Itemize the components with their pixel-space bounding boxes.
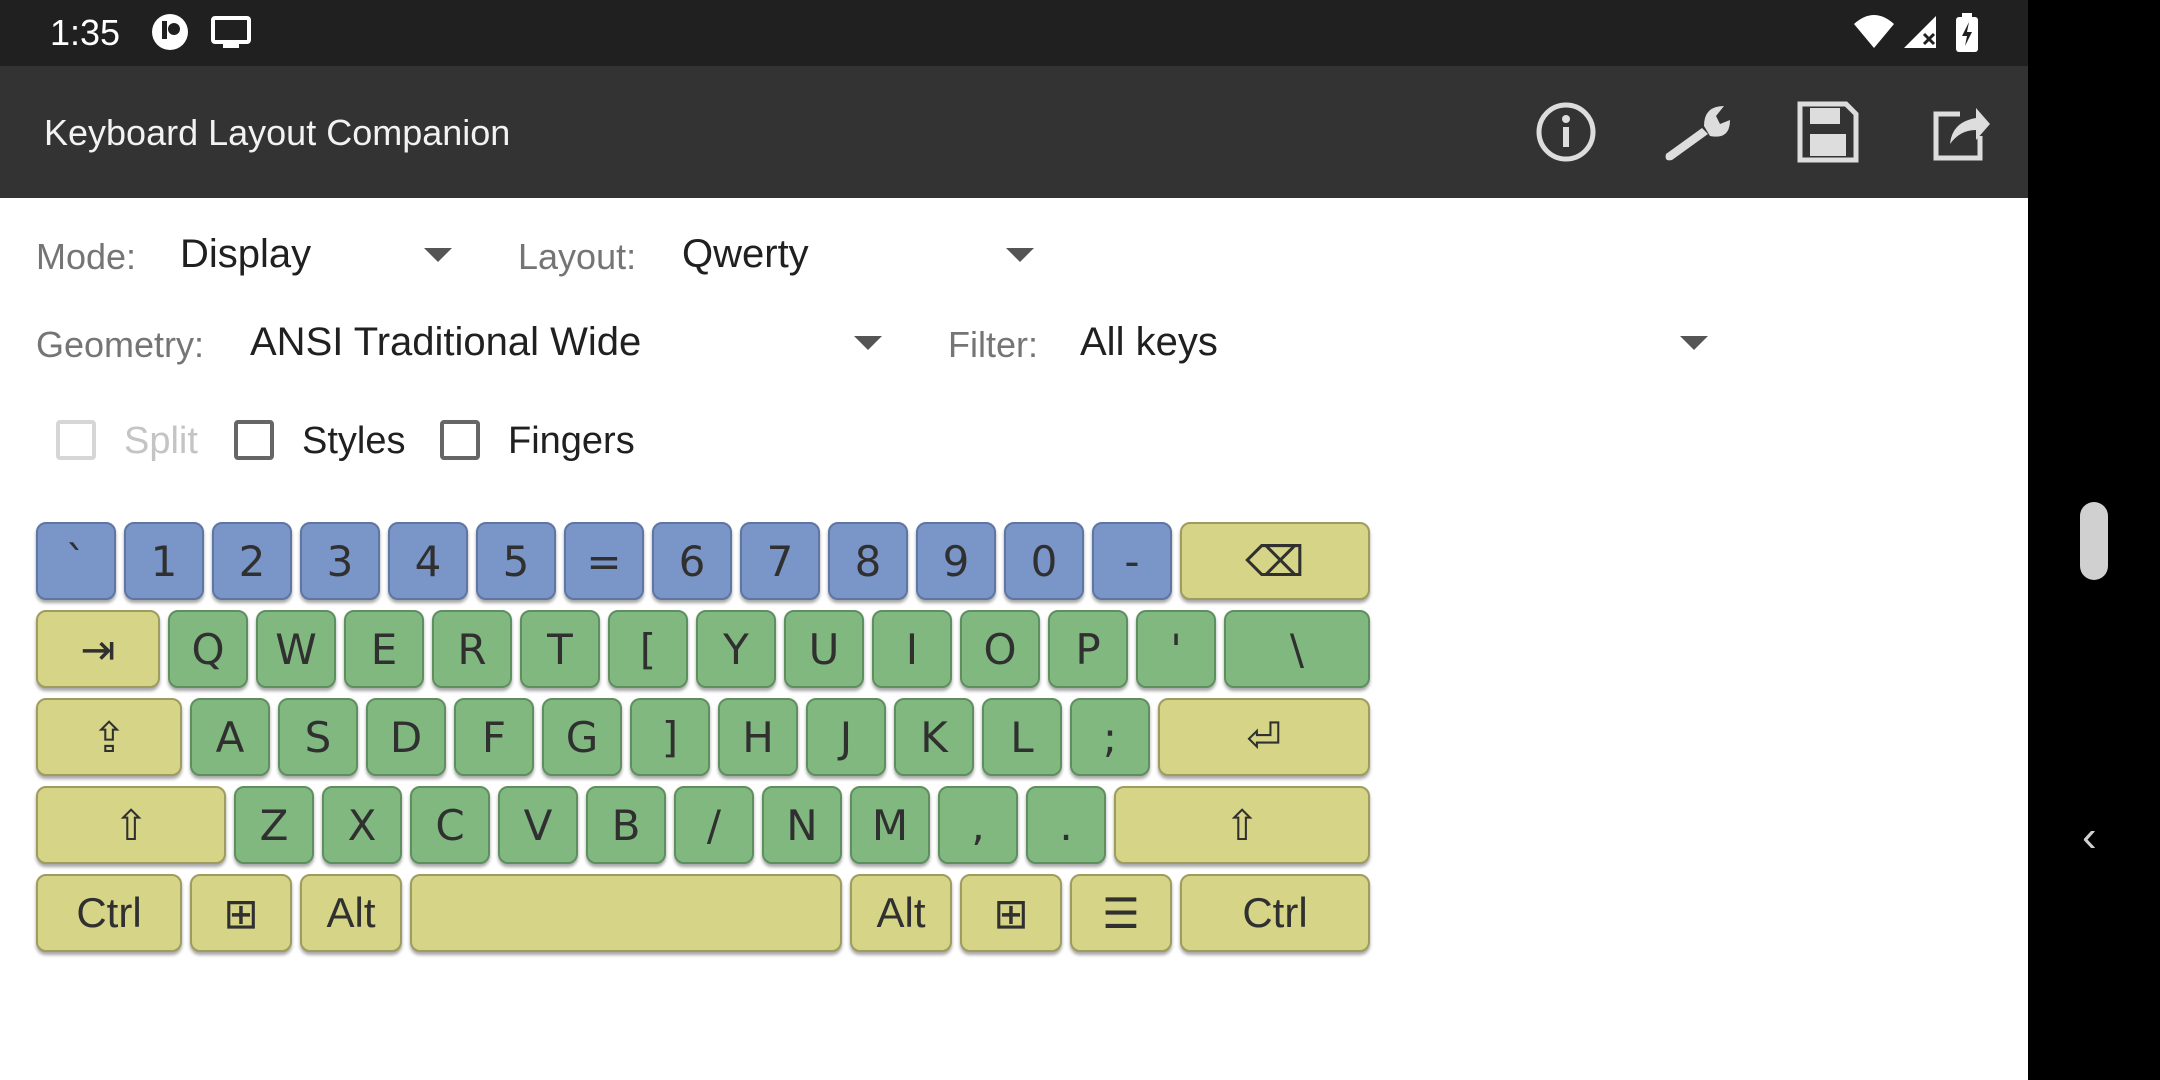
key-symbol-key[interactable]: [: [608, 610, 688, 688]
key-s-key[interactable]: S: [278, 698, 358, 776]
key-i-key[interactable]: I: [872, 610, 952, 688]
left-alt-key[interactable]: Alt: [300, 874, 402, 952]
caps-lock-key[interactable]: ⇪: [36, 698, 182, 776]
key-p-key[interactable]: P: [1048, 610, 1128, 688]
key-h-key[interactable]: H: [718, 698, 798, 776]
key-r-key[interactable]: R: [432, 610, 512, 688]
key-symbol-key[interactable]: `: [36, 522, 116, 600]
key-9-key[interactable]: 9: [916, 522, 996, 600]
key-symbol-key[interactable]: ]: [630, 698, 710, 776]
key-y-key[interactable]: Y: [696, 610, 776, 688]
key-symbol-key[interactable]: -: [1092, 522, 1172, 600]
share-icon[interactable]: [1930, 100, 1994, 164]
key-d-key[interactable]: D: [366, 698, 446, 776]
signal-icon: [1902, 12, 1938, 57]
key-symbol-key[interactable]: \: [1224, 610, 1370, 688]
app-screen: 1:35 Keyboard Layout Companion Mode: Dis…: [0, 0, 2028, 1080]
right-ctrl-key[interactable]: Ctrl: [1180, 874, 1370, 952]
key-k-key[interactable]: K: [894, 698, 974, 776]
key-n-key[interactable]: N: [762, 786, 842, 864]
key-b-key[interactable]: B: [586, 786, 666, 864]
key-4-key[interactable]: 4: [388, 522, 468, 600]
key-1-key[interactable]: 1: [124, 522, 204, 600]
key-7-key[interactable]: 7: [740, 522, 820, 600]
key-z-key[interactable]: Z: [234, 786, 314, 864]
save-icon[interactable]: [1796, 100, 1860, 164]
key-w-key[interactable]: W: [256, 610, 336, 688]
space-key[interactable]: [410, 874, 842, 952]
scrollbar-thumb[interactable]: [2080, 502, 2108, 580]
key-5-key[interactable]: 5: [476, 522, 556, 600]
right-shift-key[interactable]: ⇧: [1114, 786, 1370, 864]
key-8-key[interactable]: 8: [828, 522, 908, 600]
left-win-key[interactable]: ⊞: [190, 874, 292, 952]
key-symbol-key[interactable]: .: [1026, 786, 1106, 864]
key-v-key[interactable]: V: [498, 786, 578, 864]
key-g-key[interactable]: G: [542, 698, 622, 776]
key-symbol-key[interactable]: ': [1136, 610, 1216, 688]
back-chevron-icon[interactable]: ‹: [2082, 812, 2097, 862]
key-e-key[interactable]: E: [344, 610, 424, 688]
key-c-key[interactable]: C: [410, 786, 490, 864]
key-j-key[interactable]: J: [806, 698, 886, 776]
key-0-key[interactable]: 0: [1004, 522, 1084, 600]
key-a-key[interactable]: A: [190, 698, 270, 776]
menu-key[interactable]: ☰: [1070, 874, 1172, 952]
key-t-key[interactable]: T: [520, 610, 600, 688]
battery-charging-icon: [1954, 12, 1980, 59]
keyboard-layout: ` 1 2 3 4 5 = 6 7 8 9 0- ⌫ ⇥ Q W E R T[Y U I O P ' \ ⇪ A S D F G] H J K L;…: [0, 0, 1400, 1000]
right-win-key[interactable]: ⊞: [960, 874, 1062, 952]
left-shift-key[interactable]: ⇧: [36, 786, 226, 864]
key-2-key[interactable]: 2: [212, 522, 292, 600]
left-ctrl-key[interactable]: Ctrl: [36, 874, 182, 952]
key-symbol-key[interactable]: /: [674, 786, 754, 864]
key-q-key[interactable]: Q: [168, 610, 248, 688]
tab-key[interactable]: ⇥: [36, 610, 160, 688]
key-symbol-key[interactable]: ;: [1070, 698, 1150, 776]
key-o-key[interactable]: O: [960, 610, 1040, 688]
key-6-key[interactable]: 6: [652, 522, 732, 600]
key-3-key[interactable]: 3: [300, 522, 380, 600]
key-u-key[interactable]: U: [784, 610, 864, 688]
chevron-down-icon: [1680, 336, 1708, 350]
key-m-key[interactable]: M: [850, 786, 930, 864]
backspace-key[interactable]: ⌫: [1180, 522, 1370, 600]
key-symbol-key[interactable]: ,: [938, 786, 1018, 864]
info-icon[interactable]: [1534, 100, 1598, 164]
wifi-icon: [1852, 12, 1896, 57]
key-l-key[interactable]: L: [982, 698, 1062, 776]
key-symbol-key[interactable]: =: [564, 522, 644, 600]
right-alt-key[interactable]: Alt: [850, 874, 952, 952]
key-x-key[interactable]: X: [322, 786, 402, 864]
key-f-key[interactable]: F: [454, 698, 534, 776]
enter-key[interactable]: ⏎: [1158, 698, 1370, 776]
wrench-settings-icon[interactable]: [1660, 100, 1738, 164]
